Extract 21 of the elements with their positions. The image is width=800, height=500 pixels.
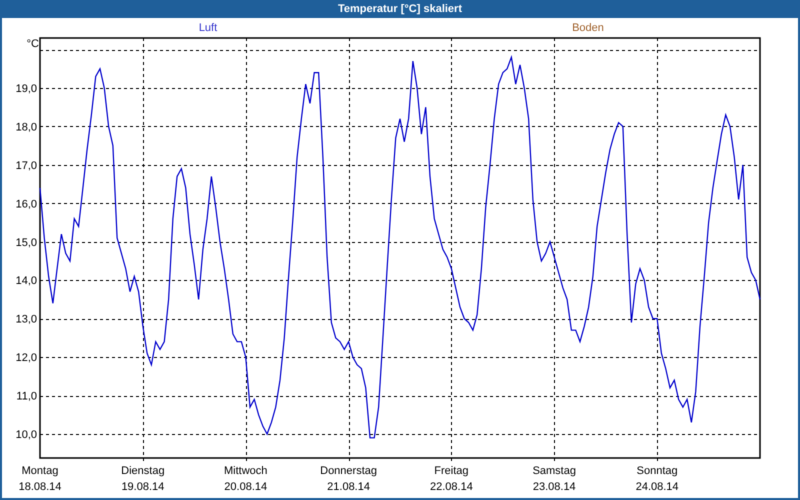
y-tick-label: 15,0 <box>16 236 37 249</box>
y-tick-label: 12,0 <box>16 352 37 364</box>
y-tick-label: 17,0 <box>16 160 37 172</box>
y-tick-label: 14,0 <box>16 275 37 288</box>
y-tick-label: 16,0 <box>16 198 37 210</box>
x-tick-label: Mittwoch 20.08.14 <box>224 465 268 493</box>
y-axis-label: °C <box>26 38 39 50</box>
x-tick-label: Freitag 22.08.14 <box>430 465 473 493</box>
y-tick-label: 19,0 <box>16 82 37 95</box>
y-tick-label: 11,0 <box>16 390 37 403</box>
x-tick-label: Montag 18.08.14 <box>18 465 62 493</box>
legend-label: Luft <box>198 22 218 34</box>
y-tick-label: 13,0 <box>16 314 37 326</box>
y-tick-label: 10,0 <box>16 428 37 441</box>
window-title: Temperatur [°C] skaliert <box>336 2 463 17</box>
y-tick-label: 18,0 <box>16 121 37 134</box>
x-tick-label: Sonntag 24.08.14 <box>636 465 679 493</box>
x-tick-label: Dienstag 19.08.14 <box>121 465 165 493</box>
x-tick-label: Donnerstag 21.08.14 <box>320 465 377 493</box>
x-tick-label: Samstag 23.08.14 <box>532 465 576 493</box>
legend-label: Boden <box>572 22 604 34</box>
